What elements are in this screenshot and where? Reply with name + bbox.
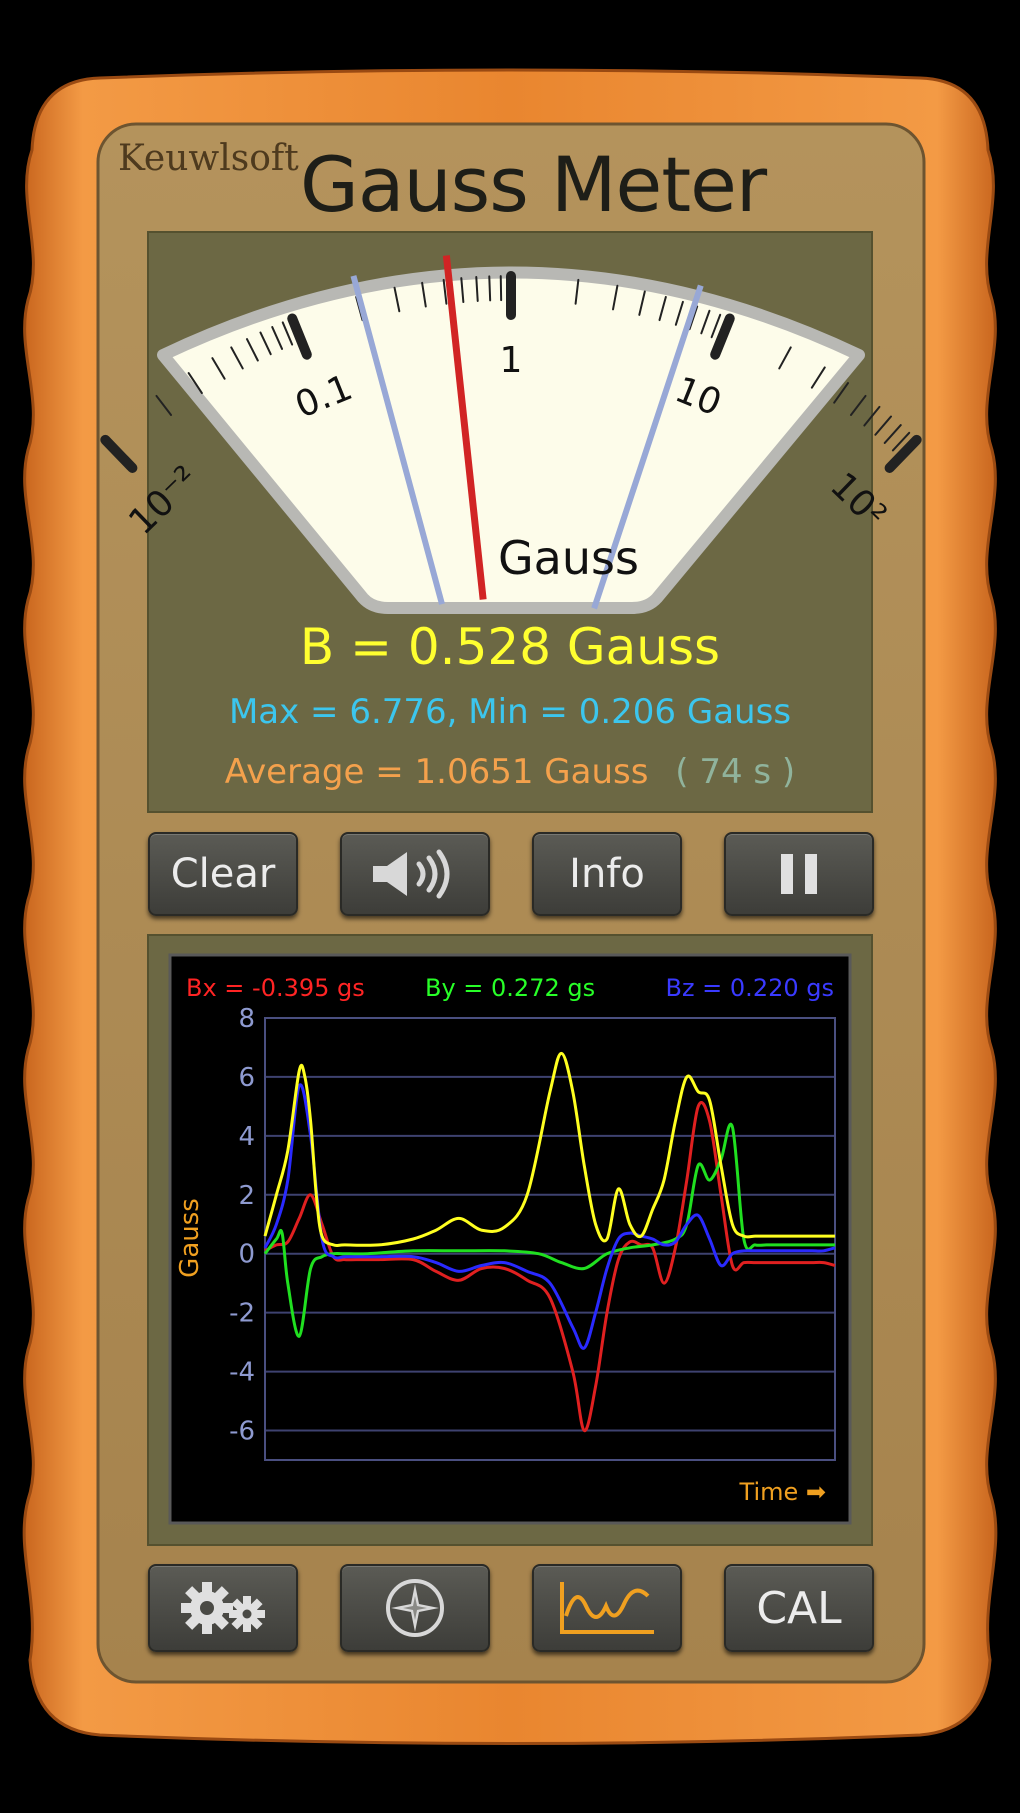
- graph-ylabel: Gauss: [175, 1198, 205, 1278]
- speaker-icon: [373, 849, 450, 899]
- y-tick-label: 0: [238, 1240, 255, 1270]
- bz-readout: Bz = 0.220 gs: [665, 974, 834, 1002]
- by-readout: By = 0.272 gs: [425, 974, 595, 1002]
- y-tick-label: -6: [229, 1417, 255, 1447]
- graph-icon: [560, 1582, 654, 1634]
- brand-label: Keuwlsoft: [118, 138, 299, 179]
- graph-screen: [168, 953, 852, 1525]
- average-readout: Average = 1.0651 Gauss: [224, 752, 649, 792]
- compass-icon: [386, 1579, 444, 1637]
- y-tick-label: 2: [238, 1181, 255, 1211]
- y-tick-label: 4: [238, 1122, 255, 1152]
- calibrate-button[interactable]: CAL: [724, 1564, 874, 1652]
- pause-button[interactable]: [724, 832, 874, 916]
- dial-scale-label: 1: [500, 340, 523, 381]
- sound-button[interactable]: [340, 832, 490, 916]
- clear-button-label: Clear: [170, 851, 276, 897]
- clear-button[interactable]: Clear: [148, 832, 298, 916]
- dial-unit-label: Gauss: [498, 531, 639, 585]
- time-axis-label: Time ➡: [739, 1478, 826, 1506]
- y-tick-label: -2: [229, 1299, 255, 1329]
- pause-icon: [781, 854, 817, 894]
- compass-button[interactable]: [340, 1564, 490, 1652]
- bx-readout: Bx = -0.395 gs: [186, 974, 365, 1002]
- y-tick-label: -4: [229, 1358, 255, 1388]
- app-title: Gauss Meter: [300, 140, 767, 229]
- calibrate-button-label: CAL: [756, 1582, 842, 1634]
- dial-minor-tick: [475, 276, 479, 302]
- max-min-readout: Max = 6.776, Min = 0.206 Gauss: [228, 692, 792, 732]
- y-tick-label: 8: [238, 1004, 255, 1034]
- elapsed-time: ( 74 s ): [675, 752, 796, 792]
- average-row: Average = 1.0651 Gauss ( 74 s ): [148, 752, 872, 792]
- b-readout: B = 0.528 Gauss: [299, 618, 721, 676]
- settings-button[interactable]: [148, 1564, 298, 1652]
- graph-mode-button[interactable]: [532, 1564, 682, 1652]
- info-button-label: Info: [569, 851, 645, 897]
- y-tick-label: 6: [238, 1063, 255, 1093]
- dial-minor-tick: [488, 275, 492, 302]
- gears-icon: [181, 1582, 265, 1634]
- info-button[interactable]: Info: [532, 832, 682, 916]
